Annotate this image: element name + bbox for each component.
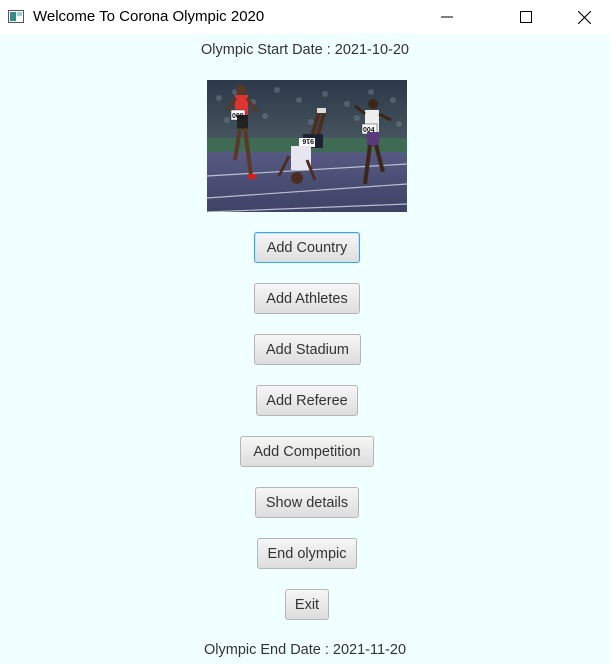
show-details-button[interactable]: Show details — [255, 487, 359, 518]
title-bar[interactable]: Welcome To Corona Olympic 2020 — [0, 0, 610, 34]
minimize-icon — [441, 16, 453, 18]
window-title: Welcome To Corona Olympic 2020 — [33, 8, 265, 25]
end-olympic-button[interactable]: End olympic — [257, 538, 357, 569]
exit-button[interactable]: Exit — [285, 589, 329, 620]
app-icon — [8, 10, 24, 23]
maximize-icon — [520, 11, 532, 23]
add-athletes-button[interactable]: Add Athletes — [254, 283, 360, 314]
minimize-button[interactable] — [424, 0, 470, 34]
close-button[interactable] — [561, 0, 607, 34]
olympic-start-date: Olympic Start Date : 2021-10-20 — [201, 42, 409, 58]
bib-number: 004 — [363, 127, 375, 134]
add-country-button[interactable]: Add Country — [254, 232, 360, 263]
close-icon — [578, 11, 591, 24]
bib-number: 009 — [232, 113, 244, 120]
maximize-button[interactable] — [503, 0, 549, 34]
add-referee-button[interactable]: Add Referee — [256, 385, 358, 416]
olympic-end-date: Olympic End Date : 2021-11-20 — [203, 642, 407, 658]
add-stadium-button[interactable]: Add Stadium — [254, 334, 361, 365]
bib-number: 916 — [302, 137, 314, 144]
add-competition-button[interactable]: Add Competition — [240, 436, 374, 467]
olympic-photo: 009 916 004 — [207, 80, 407, 212]
main-content: Olympic Start Date : 2021-10-20 009 916 … — [0, 34, 610, 664]
